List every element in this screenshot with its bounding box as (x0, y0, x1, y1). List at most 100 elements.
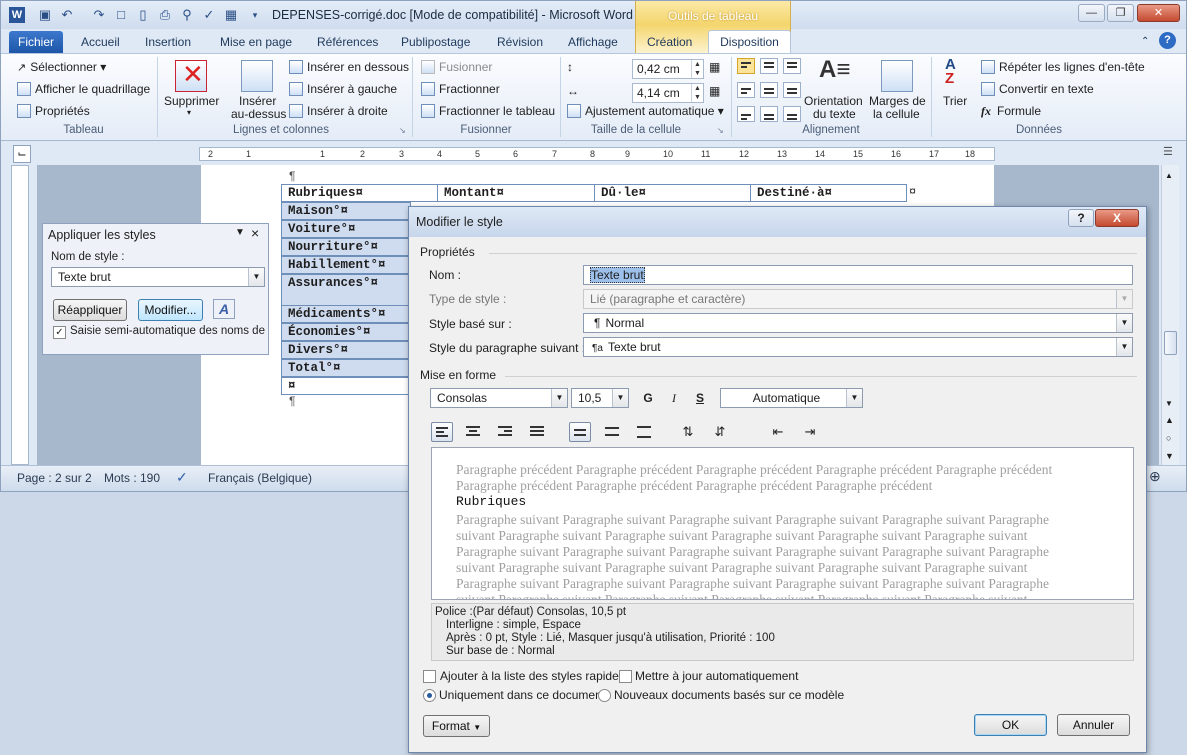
close-window-button[interactable]: ✕ (1137, 4, 1180, 22)
row-height-spinner[interactable]: ▲ ▼ (691, 60, 703, 78)
tab-design[interactable]: Création (647, 33, 692, 53)
split-cells-button[interactable]: Fractionner (421, 82, 500, 96)
prev-page-icon[interactable]: ▲ (1165, 415, 1174, 425)
table-row[interactable]: Maison°¤ (281, 202, 411, 220)
scroll-up-icon[interactable]: ▲ (1165, 171, 1173, 180)
autofit-button[interactable]: Ajustement automatique ▾ (567, 104, 724, 118)
undo-icon[interactable]: ↶ (59, 7, 75, 23)
horizontal-ruler[interactable]: 2 1 1 2 3 4 5 6 7 8 9 10 11 12 13 14 15 … (199, 147, 995, 161)
based-on-select[interactable]: ¶ Normal ▼ (583, 313, 1133, 333)
insert-below-button[interactable]: Insérer en dessous (289, 60, 409, 74)
text-direction-label-2[interactable]: du texte (813, 107, 856, 121)
next-page-icon[interactable]: ▼ (1165, 451, 1174, 461)
ok-button[interactable]: OK (974, 714, 1047, 736)
save-icon[interactable]: ▣ (37, 7, 53, 23)
chevron-down-icon[interactable]: ▼ (1116, 314, 1132, 332)
table-header-cell[interactable]: Rubriques¤ (281, 184, 438, 202)
properties-button[interactable]: Propriétés (17, 104, 90, 118)
space-before-increase-icon[interactable]: ⇅ (677, 422, 699, 442)
insert-left-button[interactable]: Insérer à gauche (289, 82, 397, 96)
tab-review[interactable]: Révision (497, 33, 543, 53)
new-doc-icon[interactable]: □ (113, 7, 129, 23)
align-middle-right-button[interactable] (783, 82, 801, 98)
underline-button[interactable]: S (689, 388, 711, 408)
chevron-down-icon[interactable]: ▼ (248, 268, 264, 286)
distribute-cols-icon[interactable]: ▦ (709, 84, 720, 98)
cell-margins-icon[interactable] (881, 60, 913, 92)
table-row[interactable]: Divers°¤ (281, 341, 411, 359)
redo-icon[interactable]: ↷ (91, 7, 107, 23)
help-icon[interactable]: ? (1159, 32, 1176, 49)
bold-button[interactable]: G (637, 388, 659, 408)
table-row[interactable]: ¤ (281, 377, 411, 395)
align-left-button[interactable] (431, 422, 453, 442)
insert-above-label-2[interactable]: au-dessus (231, 107, 286, 121)
increase-indent-icon[interactable]: ⇥ (799, 422, 821, 442)
chevron-down-icon[interactable]: ▼ (846, 389, 862, 407)
proofing-icon[interactable]: ✓ (176, 469, 188, 486)
word-app-icon[interactable]: W (9, 7, 25, 23)
font-select[interactable]: Consolas ▼ (430, 388, 568, 408)
format-menu-button[interactable]: Format ▼ (423, 715, 490, 737)
minimize-button[interactable]: — (1078, 4, 1105, 22)
split-table-button[interactable]: Fractionner le tableau (421, 104, 555, 118)
line-spacing-double-button[interactable] (633, 422, 655, 442)
text-direction-label-1[interactable]: Orientation (804, 94, 863, 108)
delete-button[interactable]: Supprimer (164, 94, 219, 108)
style-type-select[interactable]: Lié (paragraphe et caractère) ▼ (583, 289, 1133, 309)
tab-mailings[interactable]: Publipostage (401, 33, 470, 53)
scrollbar-thumb[interactable] (1164, 331, 1177, 355)
vertical-ruler[interactable] (11, 165, 29, 465)
table-row[interactable]: Total°¤ (281, 359, 411, 377)
autocomplete-checkbox[interactable]: ✓ (53, 326, 66, 339)
spellcheck-icon[interactable]: ✓ (201, 7, 217, 23)
row-height-input[interactable]: 0,42 cm ▲ ▼ (632, 59, 704, 79)
pane-options-icon[interactable]: ▼ (235, 227, 245, 238)
tab-layout[interactable]: Mise en page (220, 33, 292, 53)
cancel-button[interactable]: Annuler (1057, 714, 1130, 736)
distribute-rows-icon[interactable]: ▦ (709, 60, 720, 74)
tab-stop-selector[interactable]: ⌙ (13, 145, 31, 163)
tab-disposition[interactable]: Disposition (708, 30, 791, 53)
align-bottom-left-button[interactable] (737, 106, 755, 122)
decrease-indent-icon[interactable]: ⇤ (767, 422, 789, 442)
modify-style-button[interactable]: Modifier... (138, 299, 203, 321)
open-icon[interactable]: ▯ (135, 7, 151, 23)
language-status[interactable]: Français (Belgique) (208, 471, 312, 485)
convert-text-button[interactable]: Convertir en texte (981, 82, 1094, 96)
font-size-select[interactable]: 10,5 ▼ (571, 388, 629, 408)
align-top-right-button[interactable] (783, 58, 801, 74)
zoom-in-icon[interactable]: ⊕ (1149, 468, 1161, 485)
next-style-select[interactable]: ¶a Texte brut ▼ (583, 337, 1133, 357)
table-header-cell[interactable]: Dû·le¤ (594, 184, 751, 202)
space-before-decrease-icon[interactable]: ⇵ (709, 422, 731, 442)
align-bottom-right-button[interactable] (783, 106, 801, 122)
insert-right-button[interactable]: Insérer à droite (289, 104, 388, 118)
cell-margins-label-2[interactable]: la cellule (873, 107, 920, 121)
page-count[interactable]: Page : 2 sur 2 (17, 471, 92, 485)
dialog-launcher-icon[interactable]: ↘ (717, 126, 724, 135)
align-bottom-center-button[interactable] (760, 106, 778, 122)
table-row[interactable]: Économies°¤ (281, 323, 411, 341)
vertical-scrollbar[interactable]: ▲ ▼ ▲ ○ ▼ (1161, 165, 1179, 465)
add-quick-styles-checkbox[interactable] (423, 670, 436, 683)
table-row[interactable]: Médicaments°¤ (281, 305, 411, 323)
align-top-center-button[interactable] (760, 58, 778, 74)
scroll-down-icon[interactable]: ▼ (1165, 399, 1173, 408)
align-right-button[interactable] (494, 422, 516, 442)
align-middle-left-button[interactable] (737, 82, 755, 98)
close-pane-icon[interactable]: × (251, 225, 259, 241)
col-width-input[interactable]: 4,14 cm ▲ ▼ (632, 83, 704, 103)
cell-margins-label-1[interactable]: Marges de (869, 94, 926, 108)
merge-button[interactable]: Fusionner (421, 60, 492, 74)
style-name-combo[interactable]: Texte brut ▼ (51, 267, 265, 287)
new-docs-radio[interactable] (598, 689, 611, 702)
formula-button[interactable]: fx Formule (981, 104, 1041, 119)
align-center-button[interactable] (462, 422, 484, 442)
table-header-cell[interactable]: Montant¤ (437, 184, 595, 202)
table-row[interactable]: Voiture°¤ (281, 220, 411, 238)
delete-table-icon[interactable]: ✕ (175, 59, 207, 92)
view-ruler-icon[interactable]: ☰ (1163, 145, 1179, 163)
repeat-header-button[interactable]: Répéter les lignes d'en-tête (981, 60, 1145, 74)
justify-button[interactable] (526, 422, 548, 442)
